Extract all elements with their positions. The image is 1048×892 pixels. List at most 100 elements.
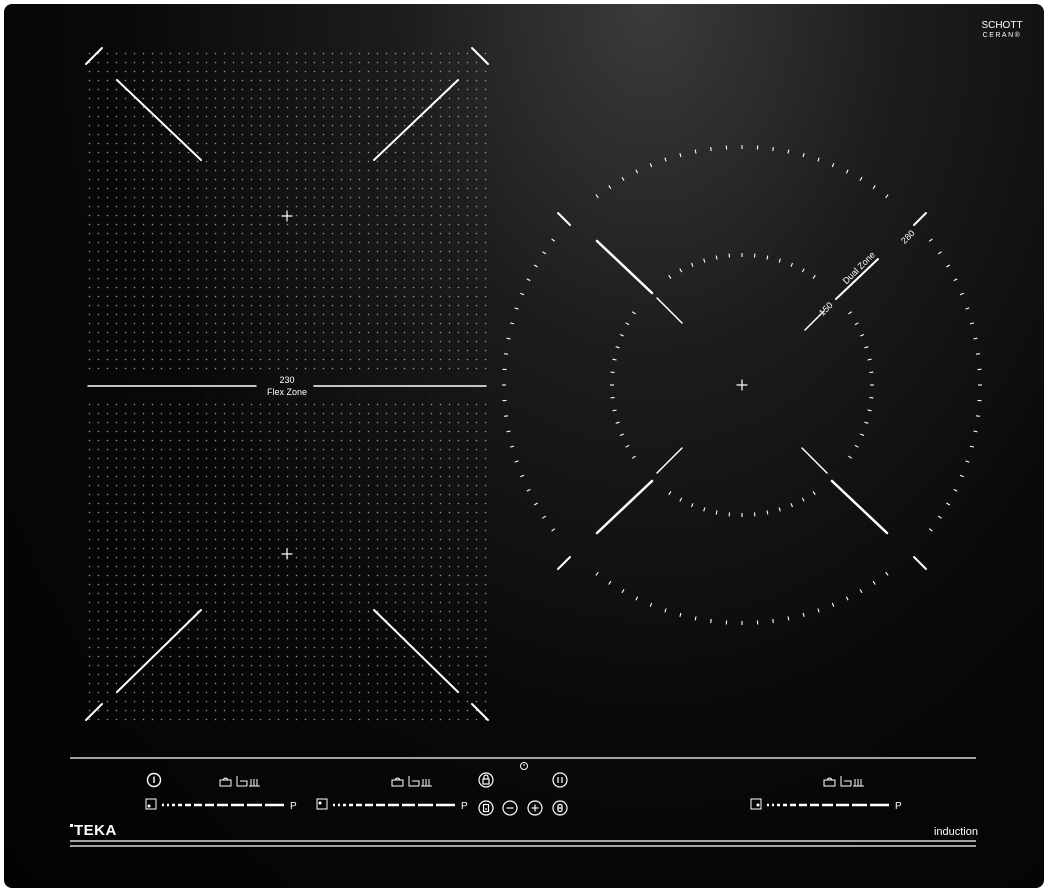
ring-tick — [679, 612, 682, 617]
ring-tick — [766, 255, 769, 260]
ring-tick — [854, 322, 859, 326]
ring-tick — [787, 616, 790, 621]
plus-icon[interactable] — [527, 800, 543, 816]
ring-tick — [625, 322, 630, 326]
ring-tick — [867, 358, 872, 361]
ring-tick — [975, 415, 980, 417]
slider-middle-boost-label: P — [461, 801, 468, 812]
slider-right[interactable]: P — [750, 798, 902, 812]
ring-tick — [831, 602, 835, 607]
keep-warm-icon[interactable] — [478, 800, 494, 816]
ring-tick — [533, 502, 538, 506]
flex-zone-upper-dots — [88, 46, 492, 376]
brand-name: TEKA — [74, 822, 117, 839]
glass-brand-line1: SCHOTT — [981, 20, 1022, 31]
flex-zone-lower-dots — [88, 396, 492, 726]
ring-tick — [595, 194, 599, 199]
ring-tick — [975, 353, 980, 355]
flex-zone[interactable]: 230 Flex Zone — [85, 46, 492, 726]
ring-tick — [510, 445, 515, 448]
ring-tick — [817, 157, 820, 162]
ring-tick — [928, 528, 933, 532]
ring-tick — [649, 602, 653, 607]
ring-tick — [778, 507, 781, 512]
ring-tick — [715, 255, 718, 260]
dual-zone[interactable]: 280 Dual Zone 150 — [502, 145, 982, 625]
ring-tick — [937, 251, 942, 255]
ring-tick — [710, 618, 712, 623]
ring-tick — [533, 264, 538, 268]
cookware-icons-right — [823, 776, 864, 787]
ring-tick — [928, 238, 933, 242]
ring-tick — [817, 608, 820, 613]
timer-icon[interactable] — [520, 762, 528, 770]
ring-tick — [703, 507, 706, 512]
ring-tick — [551, 238, 556, 242]
ring-tick — [504, 415, 509, 417]
ring-tick — [612, 358, 617, 361]
lock-icon[interactable] — [478, 772, 494, 788]
power-icon[interactable] — [146, 772, 162, 788]
glass-brand-line2: CERAN® — [983, 31, 1022, 39]
stop-go-icon[interactable] — [552, 800, 568, 816]
ring-tick — [860, 433, 865, 437]
slider-middle[interactable]: P — [316, 798, 468, 812]
pause-icon[interactable] — [552, 772, 568, 788]
teka-logo: TEKA — [70, 822, 117, 839]
ring-tick — [937, 515, 942, 519]
ring-tick — [612, 409, 617, 412]
ring-tick — [872, 580, 876, 585]
ring-tick — [504, 353, 509, 355]
ring-tick — [885, 194, 889, 199]
cookware-icons-middle — [391, 776, 432, 787]
ring-tick — [621, 176, 625, 181]
slider-left-boost-label: P — [290, 801, 297, 812]
ring-tick — [668, 491, 672, 496]
ring-tick — [514, 307, 519, 310]
ring-tick — [710, 147, 712, 152]
ring-tick — [510, 322, 515, 325]
ring-tick — [801, 268, 805, 273]
ring-tick — [766, 510, 769, 515]
ring-tick — [802, 153, 805, 158]
ring-tick — [801, 497, 805, 502]
ring-tick — [787, 149, 790, 154]
ring-tick — [694, 616, 697, 621]
ring-tick — [812, 274, 816, 279]
ring-tick — [625, 444, 630, 448]
schott-ceran-logo: SCHOTT CERAN® — [981, 20, 1022, 39]
slider-left[interactable]: P — [145, 798, 297, 812]
control-panel-lines — [70, 757, 976, 847]
ring-tick — [772, 147, 774, 152]
ring-tick — [520, 292, 525, 296]
ring-tick — [864, 346, 869, 349]
ring-tick — [859, 589, 863, 594]
induction-label: induction — [934, 826, 978, 838]
ring-tick — [551, 528, 556, 532]
ring-tick — [506, 430, 511, 433]
ring-tick — [595, 571, 599, 576]
ring-tick — [946, 502, 951, 506]
ring-tick — [812, 491, 816, 496]
ring-tick — [973, 337, 978, 340]
ring-tick — [506, 337, 511, 340]
ring-tick — [679, 268, 683, 273]
ring-tick — [790, 262, 794, 267]
ring-tick — [608, 580, 612, 585]
ring-tick — [864, 421, 869, 424]
ring-tick — [848, 311, 853, 315]
ring-tick — [959, 292, 964, 296]
ring-tick — [953, 278, 958, 282]
ring-tick — [845, 169, 849, 174]
left-zone-controls: P — [145, 772, 297, 812]
ring-tick — [694, 149, 697, 154]
ring-tick — [973, 430, 978, 433]
ring-tick — [621, 589, 625, 594]
minus-icon[interactable] — [502, 800, 518, 816]
ring-tick — [845, 596, 849, 601]
ring-tick — [631, 455, 636, 459]
ring-tick — [690, 503, 694, 508]
ring-tick — [635, 596, 639, 601]
ring-tick — [965, 307, 970, 310]
ring-tick — [965, 460, 970, 463]
